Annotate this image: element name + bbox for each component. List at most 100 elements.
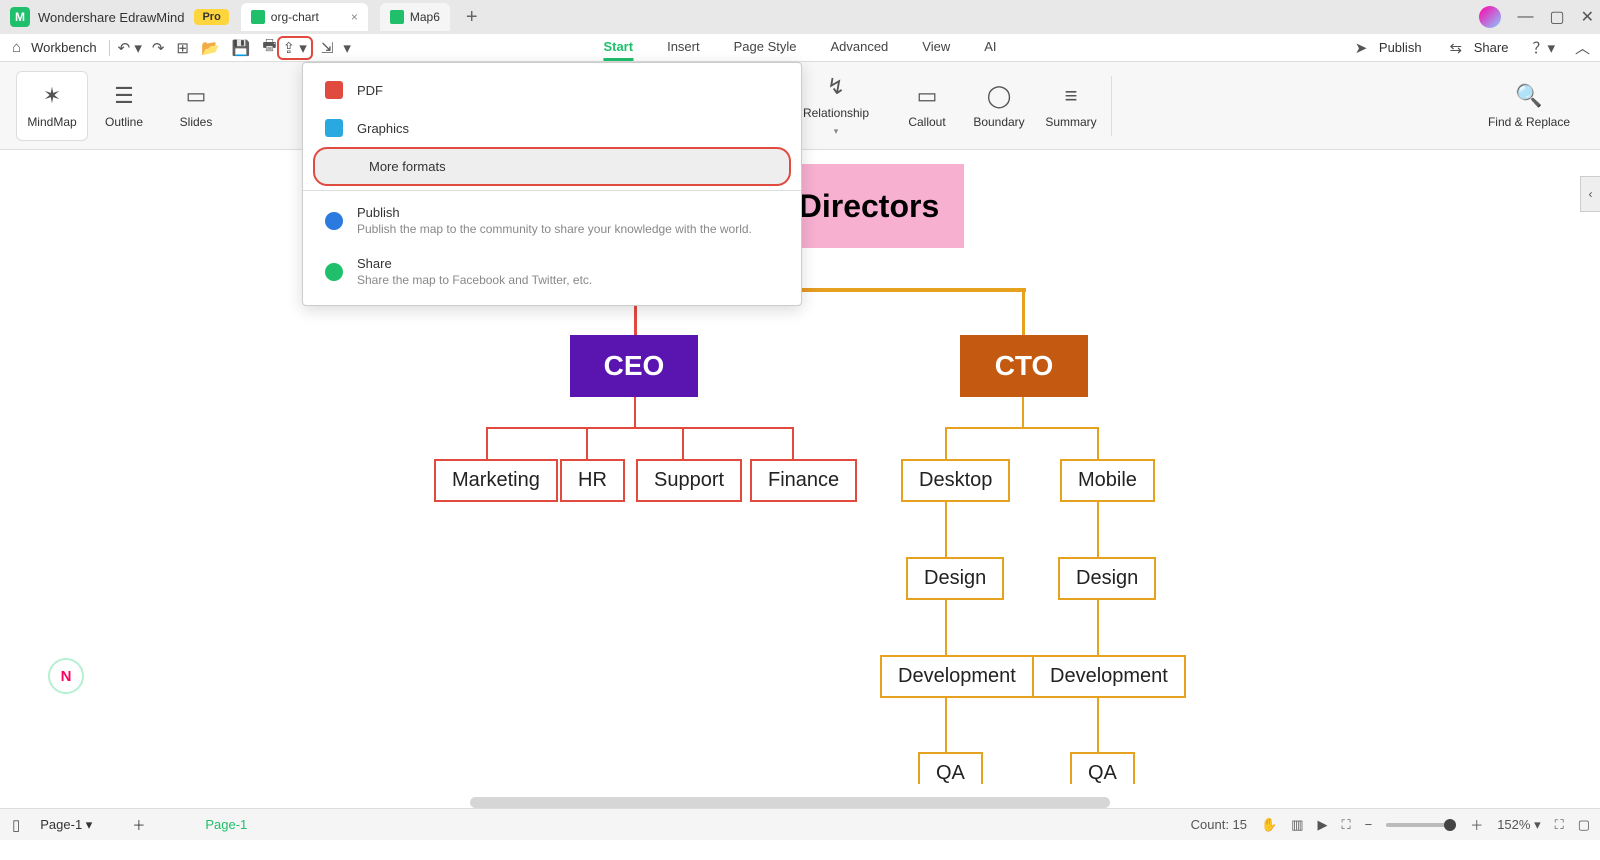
connector xyxy=(682,427,684,459)
menu-start[interactable]: Start xyxy=(603,35,633,61)
fit-page-icon[interactable]: ⛶ xyxy=(1341,817,1350,833)
export-pdf-item[interactable]: PDF xyxy=(303,71,801,109)
ribbon-slides[interactable]: ▭Slides xyxy=(160,71,232,141)
dd-label: Graphics xyxy=(357,121,409,136)
node-cto[interactable]: CTO xyxy=(960,335,1088,397)
publish-label: Publish xyxy=(1379,40,1422,55)
export-dropdown: PDF Graphics More formats Publish Publis… xyxy=(302,62,802,306)
view-mode-icon[interactable]: ▥ xyxy=(1291,817,1303,833)
node-mobile[interactable]: Mobile xyxy=(1060,459,1155,502)
ribbon-summary[interactable]: ≡Summary xyxy=(1035,71,1107,141)
side-panel-toggle[interactable]: ‹ xyxy=(1580,176,1600,212)
share-icon xyxy=(325,263,343,281)
menu-pagestyle[interactable]: Page Style xyxy=(734,35,797,61)
node-marketing[interactable]: Marketing xyxy=(434,459,558,502)
quick-toolbar: ⌂ Workbench ↶ ▾ ↷ ⊞ 📂 💾 🖶 ⇪ ▾ ⇲ ▾ Start … xyxy=(0,34,1600,62)
print-icon[interactable]: 🖶 xyxy=(262,35,276,60)
node-hr[interactable]: HR xyxy=(560,459,625,502)
connector xyxy=(1022,288,1025,336)
collapse-ribbon-icon[interactable]: ︿ xyxy=(1575,37,1590,58)
ribbon-boundary[interactable]: ◯Boundary xyxy=(963,71,1035,141)
user-avatar[interactable] xyxy=(1479,6,1501,28)
share-icon: ⇆ xyxy=(1450,39,1463,57)
import-icon[interactable]: ⇲ xyxy=(321,39,334,57)
node-mobile-design[interactable]: Design xyxy=(1058,557,1156,600)
minimize-button[interactable]: — xyxy=(1517,8,1533,26)
new-tab-button[interactable]: + xyxy=(466,6,478,29)
close-button[interactable]: ✕ xyxy=(1581,7,1594,27)
export-button[interactable]: ⇪ ▾ xyxy=(277,36,313,60)
maximize-button[interactable]: ▢ xyxy=(1549,7,1564,27)
count-label: Count: 15 xyxy=(1191,817,1247,832)
ribbon-mindmap[interactable]: ✶MindMap xyxy=(16,71,88,141)
pages-panel-icon[interactable]: ▯ xyxy=(12,816,20,834)
more-qat-icon[interactable]: ▾ xyxy=(343,39,351,57)
new-icon[interactable]: ⊞ xyxy=(176,39,189,57)
find-icon: 🔍 xyxy=(1515,83,1542,109)
menu-ai[interactable]: AI xyxy=(984,35,996,61)
menu-advanced[interactable]: Advanced xyxy=(830,35,888,61)
node-mobile-dev[interactable]: Development xyxy=(1032,655,1186,698)
home-icon[interactable]: ⌂ xyxy=(12,39,21,56)
publish-button[interactable]: ➤ Publish xyxy=(1351,37,1426,59)
export-share-item[interactable]: Share Share the map to Facebook and Twit… xyxy=(303,246,801,297)
connector xyxy=(830,288,1026,292)
menu-insert[interactable]: Insert xyxy=(667,35,700,61)
page-selector[interactable]: Page-1 ▾ xyxy=(40,817,92,833)
doc-icon xyxy=(251,10,265,24)
help-icon[interactable]: ？▾ xyxy=(1532,37,1555,58)
redo-icon[interactable]: ↷ xyxy=(152,39,165,57)
ribbon-callout[interactable]: ▭Callout xyxy=(891,71,963,141)
menu-view[interactable]: View xyxy=(922,35,950,61)
panel-toggle-icon[interactable]: ▢ xyxy=(1578,817,1590,833)
export-more-formats-item[interactable]: More formats xyxy=(313,147,791,186)
ribbon-label: MindMap xyxy=(27,115,76,129)
undo-icon[interactable]: ↶ ▾ xyxy=(118,39,142,57)
save-icon[interactable]: 💾 xyxy=(232,39,251,57)
dd-label: PDF xyxy=(357,83,383,98)
node-mobile-qa[interactable]: QA xyxy=(1070,752,1135,784)
tab-map6[interactable]: Map6 xyxy=(380,3,450,31)
zoom-in-button[interactable]: ＋ xyxy=(1470,815,1483,834)
add-page-button[interactable]: ＋ xyxy=(132,815,145,834)
hand-tool-icon[interactable]: ✋ xyxy=(1261,817,1277,833)
connector xyxy=(586,427,588,459)
node-desktop-design[interactable]: Design xyxy=(906,557,1004,600)
tab-label: Map6 xyxy=(410,10,440,24)
export-graphics-item[interactable]: Graphics xyxy=(303,109,801,147)
ribbon-find-replace[interactable]: 🔍 Find & Replace xyxy=(1474,71,1584,141)
node-desktop[interactable]: Desktop xyxy=(901,459,1010,502)
publish-icon xyxy=(325,212,343,230)
zoom-out-button[interactable]: − xyxy=(1365,817,1373,832)
node-desktop-qa[interactable]: QA xyxy=(918,752,983,784)
ribbon-outline[interactable]: ☰Outline xyxy=(88,71,160,141)
zoom-value[interactable]: 152% ▾ xyxy=(1497,817,1540,833)
node-finance[interactable]: Finance xyxy=(750,459,857,502)
connector xyxy=(1097,501,1099,757)
fullscreen-icon[interactable]: ⛶ xyxy=(1555,817,1564,833)
workbench-button[interactable]: Workbench xyxy=(27,38,101,57)
page-tag[interactable]: Page-1 xyxy=(205,817,247,832)
export-publish-item[interactable]: Publish Publish the map to the community… xyxy=(303,195,801,246)
node-directors[interactable]: Directors xyxy=(774,164,964,248)
tab-org-chart[interactable]: org-chart × xyxy=(241,3,368,31)
node-desktop-dev[interactable]: Development xyxy=(880,655,1034,698)
ribbon-label: Find & Replace xyxy=(1488,115,1570,129)
zoom-slider[interactable] xyxy=(1386,823,1456,827)
status-bar: ▯ Page-1 ▾ ＋ Page-1 Count: 15 ✋ ▥ ▶ ⛶ − … xyxy=(0,808,1600,840)
ribbon-label: Summary xyxy=(1045,115,1096,129)
open-icon[interactable]: 📂 xyxy=(201,39,220,57)
dd-label: More formats xyxy=(369,159,446,174)
connector xyxy=(486,427,488,459)
present-icon[interactable]: ▶ xyxy=(1317,817,1327,833)
ai-assistant-bubble[interactable]: N xyxy=(48,658,84,694)
node-ceo[interactable]: CEO xyxy=(570,335,698,397)
connector xyxy=(945,427,1099,429)
node-support[interactable]: Support xyxy=(636,459,742,502)
zoom-label: 152% xyxy=(1497,817,1530,832)
ribbon-label: Relationship xyxy=(803,106,869,120)
horizontal-scrollbar[interactable] xyxy=(470,797,1110,808)
tab-close-icon[interactable]: × xyxy=(351,10,358,24)
share-button[interactable]: ⇆ Share xyxy=(1446,37,1513,59)
ribbon-label: Slides xyxy=(180,115,213,129)
